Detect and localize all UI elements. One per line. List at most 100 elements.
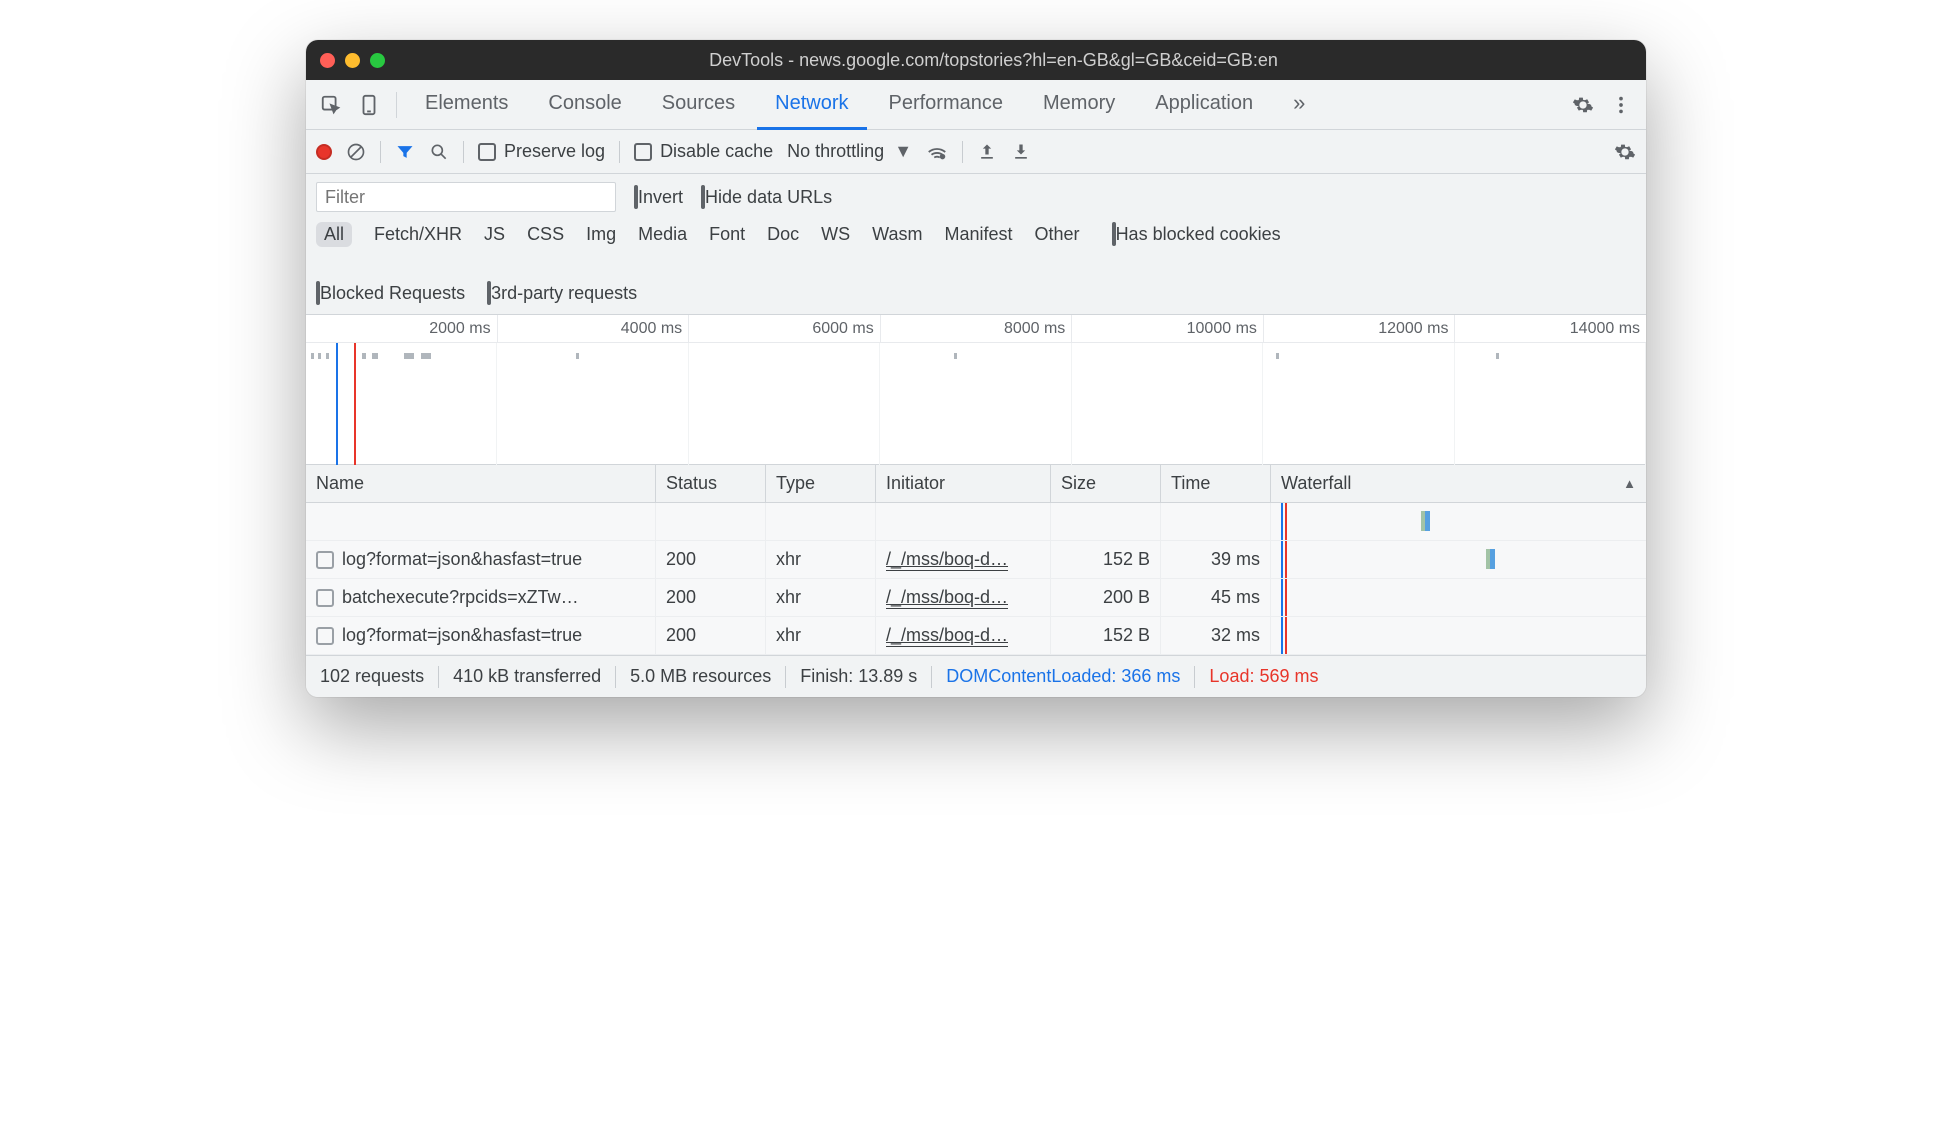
settings-icon[interactable]: [1566, 88, 1600, 122]
tab-memory[interactable]: Memory: [1025, 80, 1133, 130]
filter-type-manifest[interactable]: Manifest: [945, 224, 1013, 245]
timeline-tick: 14000 ms: [1455, 315, 1646, 342]
col-header-name[interactable]: Name: [306, 465, 656, 502]
titlebar: DevTools - news.google.com/topstories?hl…: [306, 40, 1646, 80]
inspect-element-icon[interactable]: [314, 88, 348, 122]
table-row[interactable]: log?format=json&hasfast=true 200 xhr /_/…: [306, 541, 1646, 579]
request-type: xhr: [766, 617, 876, 654]
col-header-initiator[interactable]: Initiator: [876, 465, 1051, 502]
timeline-tick: 2000 ms: [306, 315, 498, 342]
filter-type-js[interactable]: JS: [484, 224, 505, 245]
col-header-type[interactable]: Type: [766, 465, 876, 502]
timeline-tick: 10000 ms: [1072, 315, 1264, 342]
request-type: xhr: [766, 579, 876, 616]
window-controls: [320, 53, 385, 68]
tab-elements[interactable]: Elements: [407, 80, 526, 130]
request-size: 152 B: [1051, 617, 1161, 654]
request-status: 200: [656, 541, 766, 578]
disable-cache-label: Disable cache: [660, 141, 773, 162]
col-header-size[interactable]: Size: [1051, 465, 1161, 502]
network-toolbar: Preserve log Disable cache No throttling…: [306, 130, 1646, 174]
filter-type-doc[interactable]: Doc: [767, 224, 799, 245]
search-icon[interactable]: [429, 142, 449, 162]
timeline-tick: 8000 ms: [881, 315, 1073, 342]
requests-table-header: Name Status Type Initiator Size Time Wat…: [306, 465, 1646, 503]
status-requests: 102 requests: [320, 666, 424, 687]
device-toolbar-icon[interactable]: [352, 88, 386, 122]
upload-har-icon[interactable]: [977, 142, 997, 162]
request-name: batchexecute?rpcids=xZTw…: [342, 587, 579, 608]
tab-console[interactable]: Console: [530, 80, 639, 130]
status-domcontentloaded: DOMContentLoaded: 366 ms: [946, 666, 1180, 687]
close-window-button[interactable]: [320, 53, 335, 68]
filter-type-img[interactable]: Img: [586, 224, 616, 245]
filter-type-all[interactable]: All: [316, 222, 352, 247]
request-time: 32 ms: [1161, 617, 1271, 654]
table-row[interactable]: [306, 503, 1646, 541]
blocked-requests-checkbox[interactable]: Blocked Requests: [316, 283, 465, 304]
timeline-tick: 12000 ms: [1264, 315, 1456, 342]
filter-toggle-icon[interactable]: [395, 142, 415, 162]
more-tabs-button[interactable]: »: [1275, 80, 1323, 130]
preserve-log-label: Preserve log: [504, 141, 605, 162]
has-blocked-cookies-checkbox[interactable]: Has blocked cookies: [1112, 224, 1281, 245]
tab-network[interactable]: Network: [757, 80, 866, 130]
devtools-window: DevTools - news.google.com/topstories?hl…: [306, 40, 1646, 697]
invert-checkbox[interactable]: Invert: [634, 187, 683, 208]
col-header-time[interactable]: Time: [1161, 465, 1271, 502]
request-initiator[interactable]: /_/mss/boq-d…: [886, 625, 1008, 647]
table-row[interactable]: batchexecute?rpcids=xZTw… 200 xhr /_/mss…: [306, 579, 1646, 617]
third-party-checkbox[interactable]: 3rd-party requests: [487, 283, 637, 304]
request-name: log?format=json&hasfast=true: [342, 549, 582, 570]
kebab-menu-icon[interactable]: [1604, 88, 1638, 122]
status-bar: 102 requests 410 kB transferred 5.0 MB r…: [306, 655, 1646, 697]
timeline-tick: 6000 ms: [689, 315, 881, 342]
col-header-status[interactable]: Status: [656, 465, 766, 502]
request-status: 200: [656, 617, 766, 654]
timeline-overview[interactable]: 2000 ms 4000 ms 6000 ms 8000 ms 10000 ms…: [306, 315, 1646, 465]
filter-type-other[interactable]: Other: [1035, 224, 1080, 245]
filter-type-css[interactable]: CSS: [527, 224, 564, 245]
status-finish: Finish: 13.89 s: [800, 666, 917, 687]
col-header-waterfall[interactable]: Waterfall ▲: [1271, 465, 1646, 502]
filter-type-wasm[interactable]: Wasm: [872, 224, 922, 245]
chevron-down-icon: ▼: [894, 141, 912, 162]
tab-application[interactable]: Application: [1137, 80, 1271, 130]
filter-input[interactable]: [316, 182, 616, 212]
timeline-tick: 4000 ms: [498, 315, 690, 342]
panel-tabbar: Elements Console Sources Network Perform…: [306, 80, 1646, 130]
window-title: DevTools - news.google.com/topstories?hl…: [445, 50, 1632, 71]
table-row[interactable]: log?format=json&hasfast=true 200 xhr /_/…: [306, 617, 1646, 655]
disable-cache-checkbox[interactable]: Disable cache: [634, 141, 773, 162]
throttling-label: No throttling: [787, 141, 884, 162]
status-transferred: 410 kB transferred: [453, 666, 601, 687]
status-resources: 5.0 MB resources: [630, 666, 771, 687]
tab-performance[interactable]: Performance: [871, 80, 1022, 130]
filter-type-ws[interactable]: WS: [821, 224, 850, 245]
request-initiator[interactable]: /_/mss/boq-d…: [886, 587, 1008, 609]
tab-sources[interactable]: Sources: [644, 80, 753, 130]
record-button[interactable]: [316, 144, 332, 160]
filter-type-media[interactable]: Media: [638, 224, 687, 245]
filter-type-fetch-xhr[interactable]: Fetch/XHR: [374, 224, 462, 245]
request-name: log?format=json&hasfast=true: [342, 625, 582, 646]
sort-indicator-icon: ▲: [1623, 476, 1636, 491]
status-load: Load: 569 ms: [1209, 666, 1318, 687]
hide-data-urls-checkbox[interactable]: Hide data URLs: [701, 187, 832, 208]
network-settings-icon[interactable]: [1614, 141, 1636, 163]
network-conditions-icon[interactable]: [926, 141, 948, 163]
filter-type-font[interactable]: Font: [709, 224, 745, 245]
filter-bar: Invert Hide data URLs All Fetch/XHR JS C…: [306, 174, 1646, 315]
throttling-select[interactable]: No throttling ▼: [787, 141, 912, 162]
maximize-window-button[interactable]: [370, 53, 385, 68]
request-initiator[interactable]: /_/mss/boq-d…: [886, 549, 1008, 571]
download-har-icon[interactable]: [1011, 142, 1031, 162]
clear-button[interactable]: [346, 142, 366, 162]
request-type: xhr: [766, 541, 876, 578]
requests-table-body: log?format=json&hasfast=true 200 xhr /_/…: [306, 503, 1646, 655]
request-size: 200 B: [1051, 579, 1161, 616]
preserve-log-checkbox[interactable]: Preserve log: [478, 141, 605, 162]
request-time: 39 ms: [1161, 541, 1271, 578]
request-time: 45 ms: [1161, 579, 1271, 616]
minimize-window-button[interactable]: [345, 53, 360, 68]
